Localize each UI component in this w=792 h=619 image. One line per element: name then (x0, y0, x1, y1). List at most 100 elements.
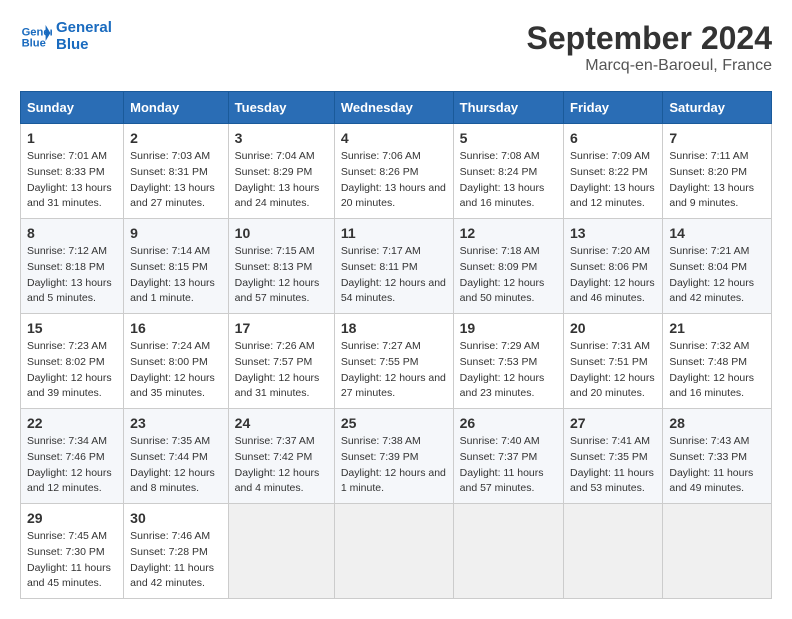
day-number: 30 (130, 510, 222, 526)
day-detail: Sunrise: 7:26 AMSunset: 7:57 PMDaylight:… (235, 339, 328, 402)
calendar-cell: 25 Sunrise: 7:38 AMSunset: 7:39 PMDayligh… (334, 409, 453, 504)
day-detail: Sunrise: 7:31 AMSunset: 7:51 PMDaylight:… (570, 339, 656, 402)
calendar-cell: 18Sunrise: 7:27 AMSunset: 7:55 PMDayligh… (334, 314, 453, 409)
calendar-cell: 30 Sunrise: 7:46 AMSunset: 7:28 PMDayligh… (124, 504, 229, 599)
day-number: 19 (460, 320, 557, 336)
day-detail: Sunrise: 7:24 AMSunset: 8:00 PMDaylight:… (130, 339, 222, 402)
calendar-table: SundayMondayTuesdayWednesdayThursdayFrid… (20, 91, 772, 599)
day-number: 25 (341, 415, 447, 431)
calendar-cell: 27Sunrise: 7:41 AMSunset: 7:35 PMDayligh… (564, 409, 663, 504)
calendar-cell (453, 504, 563, 599)
weekday-header: Thursday (453, 92, 563, 124)
calendar-cell: 16 Sunrise: 7:24 AMSunset: 8:00 PMDayligh… (124, 314, 229, 409)
day-detail: Sunrise: 7:46 AMSunset: 7:28 PMDaylight:… (130, 529, 222, 592)
day-detail: Sunrise: 7:14 AMSunset: 8:15 PMDaylight:… (130, 244, 222, 307)
day-detail: Sunrise: 7:40 AMSunset: 7:37 PMDaylight:… (460, 434, 557, 497)
calendar-cell: 1Sunrise: 7:01 AMSunset: 8:33 PMDaylight… (21, 124, 124, 219)
weekday-header: Friday (564, 92, 663, 124)
day-number: 23 (130, 415, 222, 431)
day-number: 4 (341, 130, 447, 146)
logo-line2: Blue (56, 37, 112, 54)
calendar-cell: 26 Sunrise: 7:40 AMSunset: 7:37 PMDayligh… (453, 409, 563, 504)
day-detail: Sunrise: 7:18 AMSunset: 8:09 PMDaylight:… (460, 244, 557, 307)
day-number: 12 (460, 225, 557, 241)
day-detail: Sunrise: 7:06 AMSunset: 8:26 PMDaylight:… (341, 149, 447, 212)
day-detail: Sunrise: 7:38 AMSunset: 7:39 PMDaylight:… (341, 434, 447, 497)
calendar-cell: 21 Sunrise: 7:32 AMSunset: 7:48 PMDayligh… (663, 314, 772, 409)
day-detail: Sunrise: 7:32 AMSunset: 7:48 PMDaylight:… (669, 339, 765, 402)
day-number: 28 (669, 415, 765, 431)
calendar-cell: 19 Sunrise: 7:29 AMSunset: 7:53 PMDayligh… (453, 314, 563, 409)
svg-text:Blue: Blue (22, 37, 46, 49)
calendar-cell: 5Sunrise: 7:08 AMSunset: 8:24 PMDaylight… (453, 124, 563, 219)
calendar-cell: 22 Sunrise: 7:34 AMSunset: 7:46 PMDayligh… (21, 409, 124, 504)
calendar-cell: 15Sunrise: 7:23 AMSunset: 8:02 PMDayligh… (21, 314, 124, 409)
header: General Blue General Blue September 2024… (20, 20, 772, 75)
day-number: 16 (130, 320, 222, 336)
month-title: September 2024 (527, 20, 772, 57)
day-detail: Sunrise: 7:21 AMSunset: 8:04 PMDaylight:… (669, 244, 765, 307)
calendar-cell: 10 Sunrise: 7:15 AMSunset: 8:13 PMDayligh… (228, 219, 334, 314)
weekday-header: Wednesday (334, 92, 453, 124)
day-detail: Sunrise: 7:35 AMSunset: 7:44 PMDaylight:… (130, 434, 222, 497)
day-number: 29 (27, 510, 117, 526)
day-detail: Sunrise: 7:01 AMSunset: 8:33 PMDaylight:… (27, 149, 117, 212)
day-number: 27 (570, 415, 656, 431)
calendar-cell: 24Sunrise: 7:37 AMSunset: 7:42 PMDayligh… (228, 409, 334, 504)
day-detail: Sunrise: 7:45 AMSunset: 7:30 PMDaylight:… (27, 529, 117, 592)
day-detail: Sunrise: 7:34 AMSunset: 7:46 PMDaylight:… (27, 434, 117, 497)
calendar-cell: 14 Sunrise: 7:21 AMSunset: 8:04 PMDayligh… (663, 219, 772, 314)
logo: General Blue General Blue (20, 20, 112, 53)
day-number: 18 (341, 320, 447, 336)
day-detail: Sunrise: 7:15 AMSunset: 8:13 PMDaylight:… (235, 244, 328, 307)
day-number: 9 (130, 225, 222, 241)
calendar-cell: 17 Sunrise: 7:26 AMSunset: 7:57 PMDayligh… (228, 314, 334, 409)
day-number: 13 (570, 225, 656, 241)
weekday-header: Saturday (663, 92, 772, 124)
day-number: 17 (235, 320, 328, 336)
day-detail: Sunrise: 7:04 AMSunset: 8:29 PMDaylight:… (235, 149, 328, 212)
calendar-cell (663, 504, 772, 599)
day-detail: Sunrise: 7:12 AMSunset: 8:18 PMDaylight:… (27, 244, 117, 307)
day-detail: Sunrise: 7:29 AMSunset: 7:53 PMDaylight:… (460, 339, 557, 402)
calendar-cell: 3 Sunrise: 7:04 AMSunset: 8:29 PMDaylight… (228, 124, 334, 219)
day-detail: Sunrise: 7:37 AMSunset: 7:42 PMDaylight:… (235, 434, 328, 497)
day-number: 2 (130, 130, 222, 146)
calendar-cell: 8Sunrise: 7:12 AMSunset: 8:18 PMDaylight… (21, 219, 124, 314)
calendar-cell: 2 Sunrise: 7:03 AMSunset: 8:31 PMDaylight… (124, 124, 229, 219)
calendar-cell: 13 Sunrise: 7:20 AMSunset: 8:06 PMDayligh… (564, 219, 663, 314)
day-number: 7 (669, 130, 765, 146)
day-number: 3 (235, 130, 328, 146)
day-detail: Sunrise: 7:11 AMSunset: 8:20 PMDaylight:… (669, 149, 765, 212)
weekday-header: Tuesday (228, 92, 334, 124)
weekday-header: Monday (124, 92, 229, 124)
day-number: 6 (570, 130, 656, 146)
calendar-cell: 11 Sunrise: 7:17 AMSunset: 8:11 PMDayligh… (334, 219, 453, 314)
calendar-cell: 6 Sunrise: 7:09 AMSunset: 8:22 PMDaylight… (564, 124, 663, 219)
day-number: 10 (235, 225, 328, 241)
day-number: 26 (460, 415, 557, 431)
weekday-header: Sunday (21, 92, 124, 124)
day-detail: Sunrise: 7:43 AMSunset: 7:33 PMDaylight:… (669, 434, 765, 497)
calendar-cell: 12 Sunrise: 7:18 AMSunset: 8:09 PMDayligh… (453, 219, 563, 314)
calendar-cell: 4 Sunrise: 7:06 AMSunset: 8:26 PMDaylight… (334, 124, 453, 219)
calendar-cell (334, 504, 453, 599)
calendar-cell: 29 Sunrise: 7:45 AMSunset: 7:30 PMDayligh… (21, 504, 124, 599)
calendar-cell: 7 Sunrise: 7:11 AMSunset: 8:20 PMDaylight… (663, 124, 772, 219)
calendar-cell (228, 504, 334, 599)
calendar-cell: 9 Sunrise: 7:14 AMSunset: 8:15 PMDaylight… (124, 219, 229, 314)
calendar-cell: 28 Sunrise: 7:43 AMSunset: 7:33 PMDayligh… (663, 409, 772, 504)
day-detail: Sunrise: 7:20 AMSunset: 8:06 PMDaylight:… (570, 244, 656, 307)
day-detail: Sunrise: 7:09 AMSunset: 8:22 PMDaylight:… (570, 149, 656, 212)
logo-line1: General (56, 20, 112, 37)
day-detail: Sunrise: 7:08 AMSunset: 8:24 PMDaylight:… (460, 149, 557, 212)
day-number: 22 (27, 415, 117, 431)
day-number: 11 (341, 225, 447, 241)
day-detail: Sunrise: 7:03 AMSunset: 8:31 PMDaylight:… (130, 149, 222, 212)
day-number: 14 (669, 225, 765, 241)
day-detail: Sunrise: 7:17 AMSunset: 8:11 PMDaylight:… (341, 244, 447, 307)
calendar-cell: 23 Sunrise: 7:35 AMSunset: 7:44 PMDayligh… (124, 409, 229, 504)
calendar-cell (564, 504, 663, 599)
day-number: 21 (669, 320, 765, 336)
title-area: September 2024 Marcq-en-Baroeul, France (527, 20, 772, 75)
